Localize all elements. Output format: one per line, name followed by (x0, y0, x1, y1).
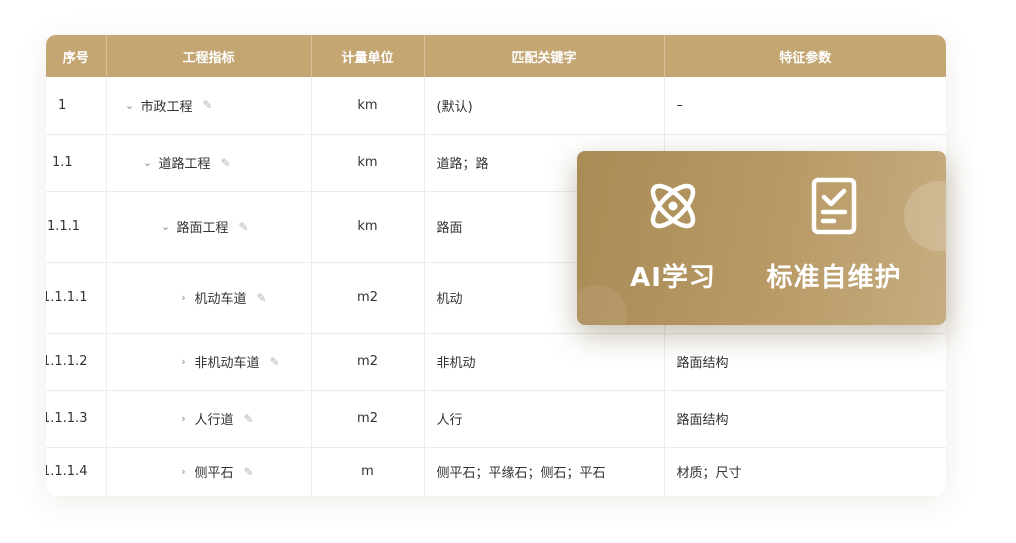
clipboard-check-icon (811, 177, 857, 235)
row-unit: m2 (311, 390, 425, 448)
chevron-down-icon[interactable]: ⌄ (143, 156, 153, 169)
row-seq: 1.1.1.1 (46, 262, 107, 334)
row-features: 材质；尺寸 (664, 447, 946, 496)
row-keywords: 非机动 (424, 333, 665, 391)
row-name: 人行道 (194, 413, 234, 428)
row-name: 市政工程 (140, 99, 193, 115)
chevron-right-icon[interactable]: › (179, 465, 189, 478)
row-features: – (664, 77, 946, 135)
row-unit: m2 (311, 262, 425, 334)
atom-icon (650, 183, 696, 229)
table-header-row: 序号 工程指标 计量单位 匹配关键字 特征参数 (46, 35, 946, 77)
header-seq[interactable]: 序号 (46, 35, 107, 77)
standard-maintenance-label: 标准自维护 (766, 263, 902, 293)
row-seq: 1.1 (46, 134, 107, 192)
chevron-down-icon[interactable]: ⌄ (125, 99, 135, 112)
header-keywords[interactable]: 匹配关键字 (424, 35, 665, 77)
chevron-right-icon[interactable]: › (179, 412, 189, 425)
row-unit: km (311, 191, 425, 263)
header-unit[interactable]: 计量单位 (311, 35, 425, 77)
row-seq: 1 (46, 77, 107, 135)
table-row[interactable]: 1 ⌄ 市政工程 ✎ km (默认) – (46, 77, 946, 135)
row-name-cell: › 机动车道 ✎ (106, 262, 312, 334)
header-features[interactable]: 特征参数 (664, 35, 946, 77)
row-seq-text: 1.1.1 (47, 219, 81, 234)
table-row[interactable]: 1.1.1.4 › 侧平石 ✎ m 侧平石；平缘石；侧石；平石 材质；尺寸 (46, 447, 946, 496)
feature-popup: AI学习 标准自维护 (577, 151, 946, 325)
row-name-cell: › 侧平石 ✎ (106, 447, 312, 496)
edit-icon[interactable]: ✎ (257, 291, 267, 305)
table-row[interactable]: 1.1.1.3 › 人行道 ✎ m2 人行 路面结构 (46, 390, 946, 448)
row-name: 机动车道 (194, 292, 247, 307)
edit-icon[interactable]: ✎ (244, 465, 254, 479)
standard-maintenance-feature[interactable]: 标准自维护 (759, 177, 909, 294)
row-features: 路面结构 (664, 333, 946, 391)
row-unit: m2 (311, 333, 425, 391)
row-unit: m (311, 447, 425, 496)
chevron-right-icon[interactable]: › (179, 355, 189, 368)
row-seq: 1.1.1.3 (46, 390, 107, 448)
row-keywords: 侧平石；平缘石；侧石；平石 (424, 447, 665, 496)
chevron-down-icon[interactable]: ⌄ (161, 220, 171, 233)
row-seq: 1.1.1.4 (46, 447, 107, 496)
edit-icon[interactable]: ✎ (221, 156, 231, 170)
row-keywords: (默认) (424, 77, 665, 135)
row-seq-text: 1.1 (52, 155, 73, 170)
edit-icon[interactable]: ✎ (270, 355, 280, 369)
row-name-cell: › 非机动车道 ✎ (106, 333, 312, 391)
row-unit: km (311, 77, 425, 135)
chevron-right-icon[interactable]: › (179, 291, 189, 304)
row-name-cell: ⌄ 路面工程 ✎ (106, 191, 312, 263)
ai-learning-label: AI学习 (630, 263, 716, 293)
row-features: 路面结构 (664, 390, 946, 448)
row-name-cell: › 人行道 ✎ (106, 390, 312, 448)
row-seq: 1.1.1.2 (46, 333, 107, 391)
row-name: 路面工程 (176, 221, 229, 236)
header-indicator[interactable]: 工程指标 (106, 35, 312, 77)
row-keywords: 人行 (424, 390, 665, 448)
table-row[interactable]: 1.1.1.2 › 非机动车道 ✎ m2 非机动 路面结构 (46, 333, 946, 391)
row-name-cell: ⌄ 市政工程 ✎ (106, 77, 312, 135)
row-name: 侧平石 (194, 466, 234, 481)
row-unit: km (311, 134, 425, 192)
edit-icon[interactable]: ✎ (203, 98, 213, 112)
ai-learning-feature[interactable]: AI学习 (623, 177, 723, 294)
decorative-glow (577, 285, 627, 325)
row-seq: 1.1.1 (46, 191, 107, 263)
row-name-cell: ⌄ 道路工程 ✎ (106, 134, 312, 192)
row-name: 非机动车道 (194, 356, 260, 371)
edit-icon[interactable]: ✎ (239, 220, 249, 234)
row-name: 道路工程 (158, 157, 211, 172)
edit-icon[interactable]: ✎ (244, 412, 254, 426)
stage: 序号 工程指标 计量单位 匹配关键字 特征参数 1 ⌄ 市政工程 ✎ km (默… (0, 0, 1016, 543)
decorative-glow (904, 181, 946, 251)
